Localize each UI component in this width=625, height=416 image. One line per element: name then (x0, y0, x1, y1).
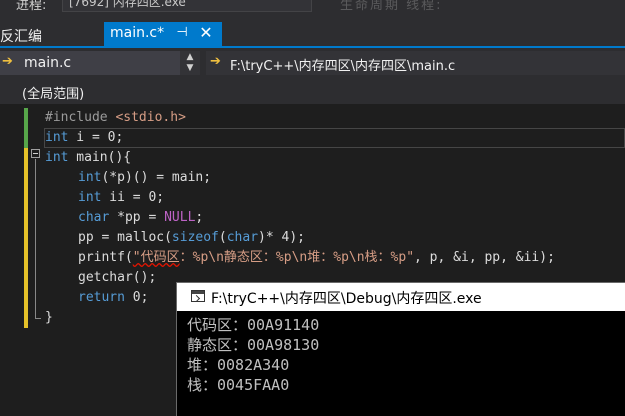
code-line-1[interactable]: #include <stdio.h> (45, 108, 186, 128)
code-text: } (45, 310, 53, 325)
code-text: getchar(); (78, 270, 157, 285)
code-line-9[interactable]: getchar(); (78, 268, 156, 288)
keyword: char (226, 230, 259, 245)
code-text: main(){ (68, 150, 132, 165)
string-literal: ：%p\n静态区：%p\n堆：%p\n栈：%p" (179, 250, 415, 265)
keyword: int (45, 130, 69, 145)
console-line: 代码区：00A91140 (187, 316, 320, 334)
keyword: sizeof (171, 230, 219, 245)
console-line: 堆：0082A340 (187, 356, 290, 374)
outline-line (35, 159, 36, 318)
change-indicator-saved (24, 108, 28, 148)
tab-main-c[interactable]: main.c* ⊣ ✕ (104, 22, 222, 46)
console-window[interactable]: F:\tryC++\内存四区\Debug\内存四区.exe 代码区：00A911… (176, 282, 625, 416)
path-dropdown-label: F:\tryC++\内存四区\内存四区\main.c (230, 59, 456, 74)
code-line-7[interactable]: pp = malloc(sizeof(char)* 4); (78, 228, 305, 248)
process-dropdown[interactable]: [7692] 内存四区.exe (62, 0, 312, 12)
code-text: ii = 0; (101, 190, 165, 205)
console-output: 代码区：00A91140 静态区：00A98130 堆：0082A340 栈：0… (187, 315, 607, 395)
code-text: printf( (78, 250, 133, 265)
file-dropdown[interactable]: ➔ main.c ▲ ▼ (0, 51, 200, 75)
keyword: int (45, 150, 69, 165)
preprocessor-directive: #include (45, 110, 116, 125)
spin-arrows-icon[interactable]: ▲ ▼ (180, 51, 200, 75)
lifecycle-toolbar-label: 生命周期 线程: (340, 0, 443, 13)
code-line-3[interactable]: int main(){ (45, 148, 131, 168)
macro: NULL (164, 210, 196, 225)
change-indicator-unsaved (24, 148, 28, 328)
code-text: ; (195, 210, 204, 225)
console-title: F:\tryC++\内存四区\Debug\内存四区.exe (211, 291, 482, 307)
string-literal-error: "代码区 (132, 250, 180, 265)
close-icon[interactable]: ✕ (198, 23, 214, 43)
code-line-8[interactable]: printf("代码区：%p\n静态区：%p\n堆：%p\n栈：%p", p, … (78, 248, 555, 268)
code-text: ( (218, 230, 227, 245)
console-app-icon (191, 290, 205, 302)
code-line-10[interactable]: return 0; (78, 288, 148, 308)
process-toolbar: 进程: [7692] 内存四区.exe 生命周期 线程: (0, 0, 625, 18)
keyword: char (78, 210, 110, 225)
code-text: , p, &i, pp, &ii); (414, 250, 555, 265)
keyword: int (78, 170, 102, 185)
current-line-highlight (44, 128, 625, 148)
tab-disassembly[interactable]: 反汇编 (0, 26, 42, 46)
console-line: 静态区：00A98130 (187, 336, 320, 354)
code-text: *pp = (109, 210, 165, 225)
navigation-bar: ➔ main.c ▲ ▼ ➔ F:\tryC++\内存四区\内存四区\main.c (0, 48, 625, 78)
keyword: int (78, 190, 102, 205)
pin-icon[interactable]: ⊣ (175, 24, 189, 42)
code-line-11[interactable]: } (45, 308, 53, 328)
code-line-6[interactable]: char *pp = NULL; (78, 208, 203, 228)
keyword: return (78, 290, 125, 305)
code-line-2[interactable]: int i = 0; (45, 128, 123, 148)
file-dropdown-label: main.c (24, 55, 72, 71)
process-label: 进程: (16, 0, 47, 13)
collapse-toggle-icon[interactable] (31, 149, 40, 158)
code-text: pp = malloc( (78, 230, 172, 245)
code-text: )* 4); (258, 230, 305, 245)
code-line-4[interactable]: int(*p)() = main; (78, 168, 211, 188)
code-line-5[interactable]: int ii = 0; (78, 188, 164, 208)
console-titlebar[interactable]: F:\tryC++\内存四区\Debug\内存四区.exe (177, 283, 625, 311)
path-dropdown[interactable]: ➔ F:\tryC++\内存四区\内存四区\main.c (206, 51, 625, 75)
document-tab-strip: 反汇编 main.c* ⊣ ✕ (0, 18, 625, 46)
outline-end (35, 318, 41, 319)
arrow-right-icon: ➔ (2, 54, 13, 69)
arrow-right-icon: ➔ (210, 54, 221, 69)
code-text: i = 0; (68, 130, 124, 145)
console-line: 栈：0045FAA0 (187, 376, 290, 394)
include-header: <stdio.h> (115, 110, 186, 125)
tab-main-c-label: main.c* (110, 25, 165, 41)
scope-label: (全局范围) (22, 87, 85, 102)
code-text: 0; (124, 290, 149, 305)
code-text: (*p)() = main; (101, 170, 212, 185)
scope-bar[interactable]: (全局范围) (0, 78, 625, 104)
